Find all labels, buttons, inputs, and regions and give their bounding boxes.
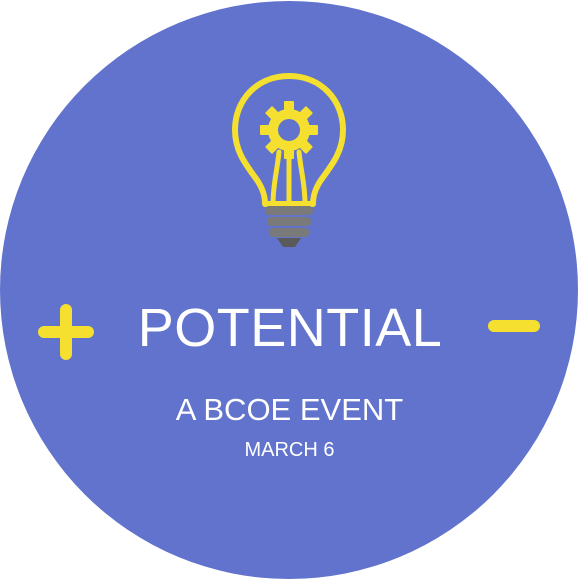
event-date: MARCH 6 — [244, 439, 335, 461]
event-subtitle: A BCOE EVENT — [175, 392, 404, 427]
minus-icon — [488, 320, 540, 332]
lightbulb-gear-icon — [232, 73, 346, 247]
plus-icon — [38, 304, 94, 360]
event-title: POTENTIAL — [137, 298, 443, 358]
event-badge: POTENTIAL A BCOE EVENT MARCH 6 — [0, 0, 579, 580]
plus-vertical-bar — [60, 304, 72, 360]
